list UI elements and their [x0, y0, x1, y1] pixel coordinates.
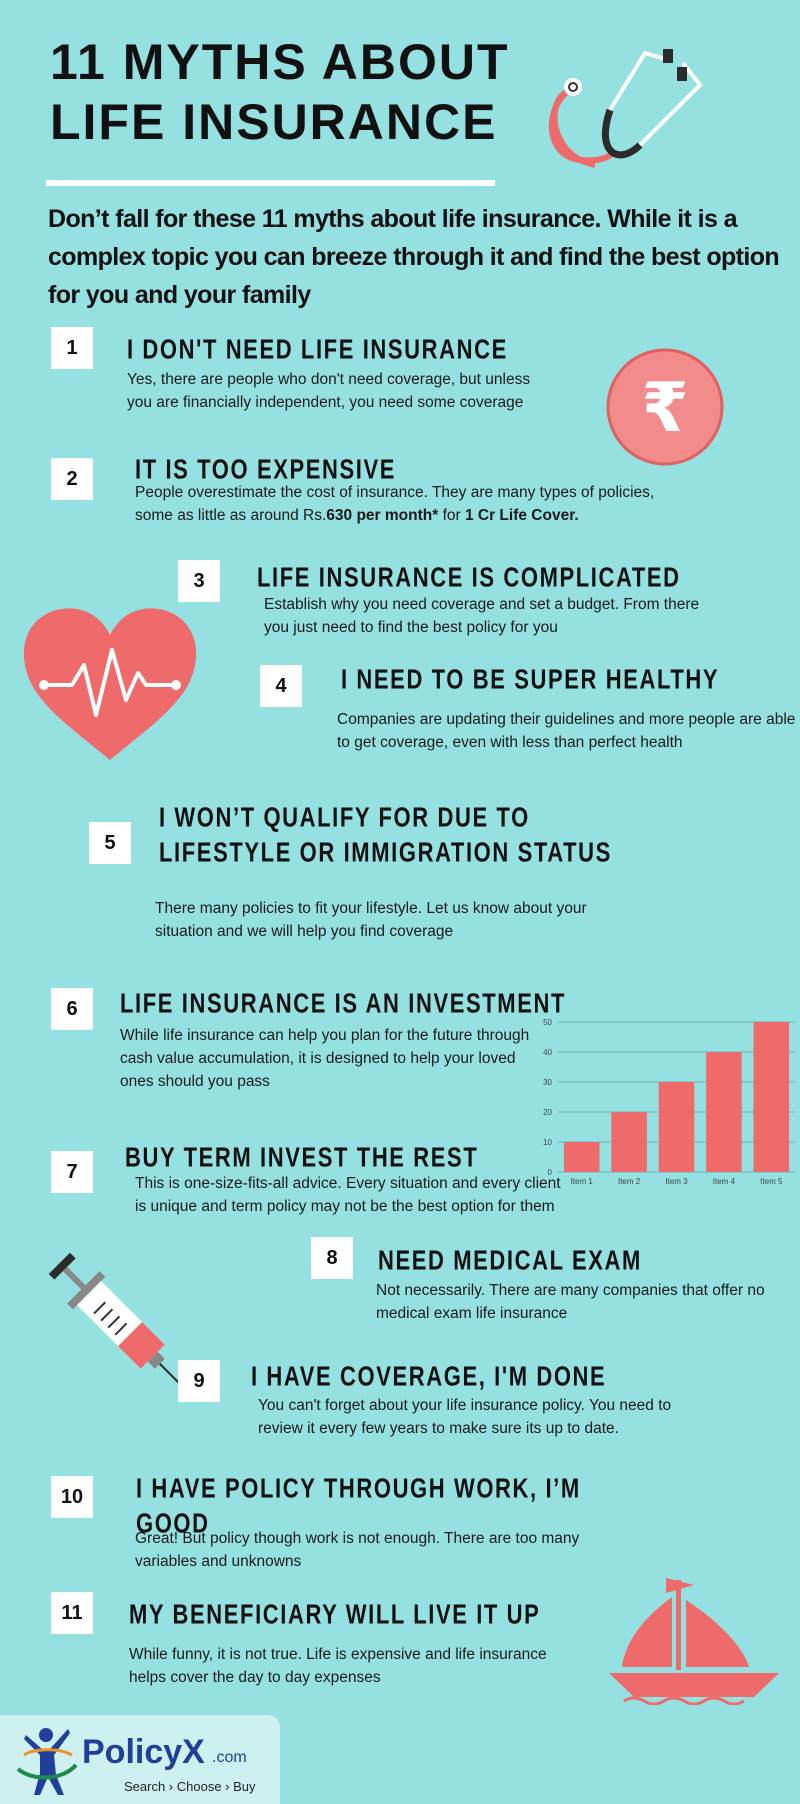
bar: [563, 1142, 600, 1172]
y-tick-label: 40: [543, 1048, 552, 1057]
myth-number: 7: [51, 1151, 93, 1193]
brand-suffix: .com: [212, 1749, 247, 1766]
bar: [611, 1112, 647, 1172]
myth-heading: I don't need life insurance: [127, 333, 508, 365]
stethoscope-icon: [548, 49, 703, 168]
myth-number: 5: [89, 822, 131, 864]
myth-body-text: for: [438, 507, 465, 524]
y-tick-label: 10: [543, 1138, 552, 1147]
myth-body-text: around Rs.: [246, 507, 327, 524]
tagline: Search › Choose › Buy: [124, 1779, 256, 1794]
x-tick-label: Item 2: [618, 1177, 641, 1186]
person-logo-icon: [16, 1728, 78, 1795]
myth-heading: I need to be super healthy: [341, 663, 720, 695]
title-line2: LIFE INSURANCE: [50, 94, 498, 150]
myth-number: 6: [51, 988, 93, 1030]
myth-heading: I have coverage, I'm done: [251, 1360, 607, 1392]
heartbeat-icon: [23, 608, 197, 760]
myth-body: People overestimate the cost of insuranc…: [135, 481, 695, 527]
x-tick-label: Item 5: [760, 1177, 783, 1186]
myth-heading: Life insurance is an investment: [120, 987, 567, 1019]
myth-body: Establish why you need coverage and set …: [264, 596, 700, 636]
rupee-icon: ₹: [606, 348, 724, 466]
intro-text: Don’t fall for these 11 myths about life…: [48, 205, 780, 309]
y-tick-label: 20: [543, 1108, 552, 1117]
myth-number: 2: [51, 458, 93, 500]
divider: [46, 180, 495, 186]
myth-heading: Buy term invest the rest: [125, 1141, 479, 1173]
myth-body: Yes, there are people who don't need cov…: [127, 371, 531, 411]
myth-body: You can't forget about your life insuran…: [258, 1397, 672, 1437]
myth-number: 11: [51, 1592, 93, 1634]
cover-text: 1 Cr Life Cover.: [464, 507, 579, 524]
myth-number: 9: [178, 1360, 220, 1402]
myth-heading: Life insurance is complicated: [257, 561, 681, 593]
bar: [753, 1022, 790, 1172]
x-tick-label: Item 4: [713, 1177, 736, 1186]
myth-body: This is one-size-fits-all advice. Every …: [135, 1175, 561, 1215]
y-tick-label: 30: [543, 1078, 552, 1087]
myth-number: 3: [178, 560, 220, 602]
bar: [658, 1082, 695, 1172]
bar: [706, 1052, 742, 1172]
myth-heading: I won’t qualify for due to lifestyle or …: [159, 801, 612, 868]
myth-body: Great! But policy though work is not eno…: [135, 1530, 580, 1570]
title-line1: 11 MYTHS ABOUT: [50, 34, 510, 90]
svg-text:₹: ₹: [641, 369, 688, 448]
x-tick-label: Item 3: [665, 1177, 688, 1186]
myth-heading: Need medical exam: [378, 1244, 642, 1276]
myth-number: 8: [311, 1237, 353, 1279]
myth-body: While funny, it is not true. Life is exp…: [129, 1646, 547, 1686]
myth-heading: My beneficiary will live it up: [129, 1598, 541, 1630]
policyx-logo[interactable]: PolicyX .com Search › Choose › Buy: [0, 1715, 280, 1804]
myth-body: Not necessarily. There are many companie…: [376, 1282, 765, 1322]
bar-chart: 01020304050Item 1 Item 2 Item 3 Item 4 Item …: [543, 1018, 795, 1186]
myth-number: 10: [51, 1476, 93, 1518]
myth-body: Companies are updating their guidelines …: [337, 711, 796, 751]
y-tick-label: 50: [543, 1018, 552, 1027]
myth-body: There many policies to fit your lifestyl…: [155, 900, 587, 940]
myth-number: 4: [260, 665, 302, 707]
myth-number: 1: [51, 327, 93, 369]
infographic: 11 MYTHS ABOUT LIFE INSURANCE Don’t fall…: [0, 0, 800, 1804]
brand-name: PolicyX: [82, 1733, 205, 1771]
sailboat-icon: [609, 1578, 779, 1705]
price-text: 630 per month*: [326, 507, 439, 524]
myth-body: While life insurance can help you plan f…: [120, 1027, 530, 1090]
